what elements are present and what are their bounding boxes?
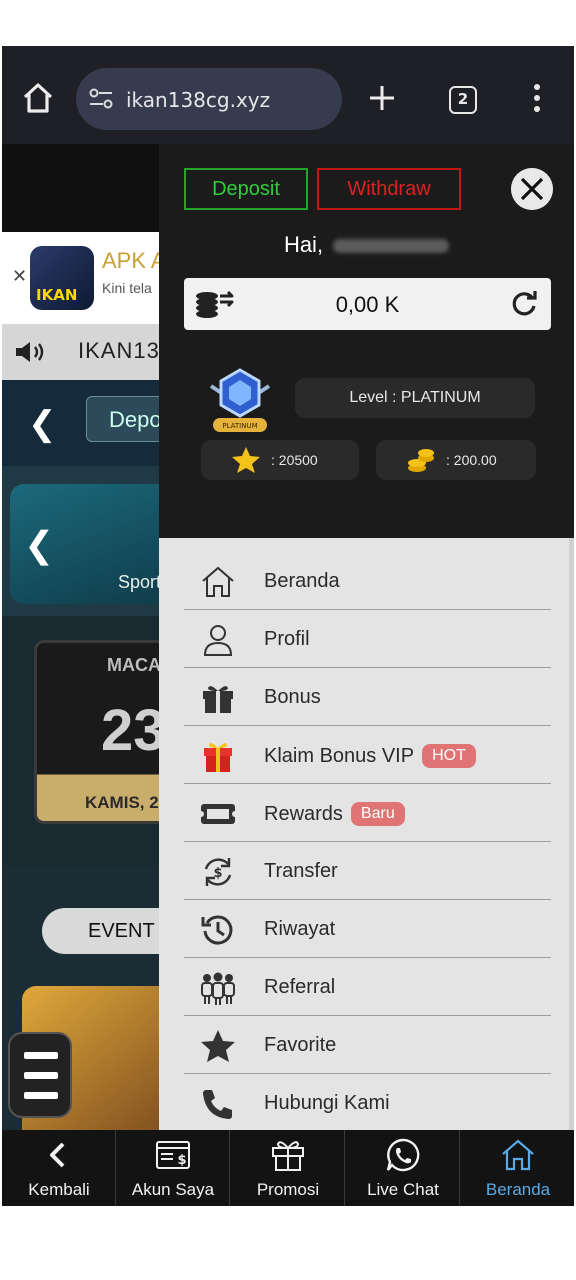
menu-item-label: Riwayat <box>264 918 336 940</box>
home-icon <box>202 566 234 597</box>
menu-item-text: Rewards <box>264 803 343 825</box>
menu-item-beranda[interactable]: Beranda <box>184 552 551 610</box>
nav-kembali[interactable]: Kembali <box>2 1130 116 1206</box>
menu-item-rewards[interactable]: Rewards Baru <box>184 784 551 842</box>
transfer-icon: $ <box>204 858 232 886</box>
star-icon <box>232 447 260 473</box>
menu-item-riwayat[interactable]: Riwayat <box>184 900 551 958</box>
history-icon <box>201 915 233 945</box>
nav-live-chat[interactable]: Live Chat <box>346 1130 460 1206</box>
nav-label: Promosi <box>256 1180 320 1199</box>
close-icon[interactable] <box>511 168 553 210</box>
phone-icon <box>203 1090 232 1119</box>
star-points: : 20500 <box>201 440 359 480</box>
home-icon <box>502 1139 534 1171</box>
invoice-icon: $ <box>156 1141 190 1169</box>
hot-badge: HOT <box>422 744 476 768</box>
nav-beranda[interactable]: Beranda <box>461 1130 574 1206</box>
platinum-badge-icon: PLATINUM <box>209 368 271 432</box>
gift-icon <box>272 1141 304 1171</box>
red-gift-icon <box>204 743 232 772</box>
level-label: Level : PLATINUM <box>295 378 535 418</box>
username-blurred <box>333 239 450 254</box>
balance-value: 0,00 K <box>335 292 400 317</box>
menu-item-label: Transfer <box>264 860 338 882</box>
menu-item-text: Klaim Bonus VIP <box>264 745 415 767</box>
marquee-text: IKAN13 <box>78 338 160 363</box>
ticket-icon <box>200 804 236 824</box>
home-icon[interactable] <box>20 80 56 116</box>
bottom-nav: Kembali $ Akun Saya Promosi Live Chat Be… <box>2 1130 574 1206</box>
nav-promosi[interactable]: Promosi <box>231 1130 345 1206</box>
menu-item-favorite[interactable]: Favorite <box>184 1016 551 1074</box>
nav-label: Kembali <box>28 1180 90 1199</box>
url-text: ikan138cg.xyz <box>126 88 271 112</box>
chevron-left-icon <box>50 1142 65 1168</box>
more-menu-icon[interactable] <box>532 84 542 114</box>
apk-title: APK A <box>102 248 166 273</box>
sport-label: Sport <box>118 572 162 592</box>
browser-toolbar: ikan138cg.xyz 2 <box>2 46 574 144</box>
account-panel: Deposit Withdraw Hai, 0,00 K PLATINUM Le… <box>159 144 574 538</box>
svg-text:$: $ <box>177 1153 186 1168</box>
deposit-button[interactable]: Deposit <box>184 168 308 210</box>
menu-item-klaim-bonus-vip[interactable]: Klaim Bonus VIP HOT <box>184 726 551 784</box>
address-bar[interactable]: ikan138cg.xyz <box>76 68 342 130</box>
nav-label: Beranda <box>485 1180 551 1199</box>
group-icon <box>201 972 235 1005</box>
refresh-icon[interactable] <box>510 290 538 318</box>
user-icon <box>203 625 233 656</box>
balance-box: 0,00 K <box>184 278 551 330</box>
tab-switcher-button[interactable]: 2 <box>449 86 477 114</box>
menu-item-transfer[interactable]: $ Transfer <box>184 842 551 900</box>
gift-icon <box>203 686 233 713</box>
menu-item-profil[interactable]: Profil <box>184 610 551 668</box>
star-icon <box>201 1030 235 1062</box>
speaker-icon <box>16 342 44 362</box>
nav-label: Live Chat <box>367 1180 439 1199</box>
close-icon[interactable]: ✕ <box>12 266 27 287</box>
new-tab-icon[interactable] <box>368 84 396 112</box>
badge-label: PLATINUM <box>222 422 257 430</box>
nav-akun-saya[interactable]: $ Akun Saya <box>116 1130 230 1206</box>
new-badge: Baru <box>350 802 405 826</box>
scrollbar[interactable] <box>569 538 574 1130</box>
star-points-value: : 20500 <box>271 452 318 468</box>
svg-text:$: $ <box>213 866 222 881</box>
hamburger-icon[interactable] <box>8 1032 72 1118</box>
greeting: Hai, <box>159 232 574 258</box>
menu-item-referral[interactable]: Referral <box>184 958 551 1016</box>
menu-item-label: Favorite <box>264 1034 337 1056</box>
withdraw-button[interactable]: Withdraw <box>317 168 461 210</box>
menu-item-label: Beranda <box>264 570 340 592</box>
chevron-left-icon[interactable]: ❮ <box>24 524 54 566</box>
apk-subtitle: Kini tela <box>102 280 152 296</box>
chevron-left-icon[interactable]: ❮ <box>28 404 57 444</box>
greeting-text: Hai, <box>283 232 324 257</box>
whatsapp-icon <box>386 1138 420 1172</box>
menu-item-bonus[interactable]: Bonus <box>184 668 551 726</box>
coins-icon <box>408 449 434 472</box>
menu-item-label: Klaim Bonus VIP HOT <box>264 744 476 768</box>
app-logo: IKAN <box>30 246 94 310</box>
phone-screen: ikan138cg.xyz 2 ✕ IKAN APK A Kini tela I… <box>2 46 574 1206</box>
site-settings-icon[interactable] <box>88 88 114 110</box>
coin-points: : 200.00 <box>376 440 536 480</box>
nav-label: Akun Saya <box>131 1180 215 1199</box>
menu-item-label: Bonus <box>264 686 321 708</box>
menu-item-label: Profil <box>264 628 310 650</box>
lottery-number: 23 <box>101 698 166 763</box>
coin-points-value: : 200.00 <box>446 452 497 468</box>
side-drawer: Deposit Withdraw Hai, 0,00 K PLATINUM Le… <box>159 144 574 1132</box>
menu-item-label: Hubungi Kami <box>264 1092 390 1114</box>
menu-item-hubungi-kami[interactable]: Hubungi Kami <box>184 1074 551 1132</box>
menu-item-label: Rewards Baru <box>264 802 405 826</box>
drawer-menu: Beranda Profil Bonus Klaim Bonus VIP HOT… <box>159 538 574 1132</box>
menu-item-label: Referral <box>264 976 336 998</box>
